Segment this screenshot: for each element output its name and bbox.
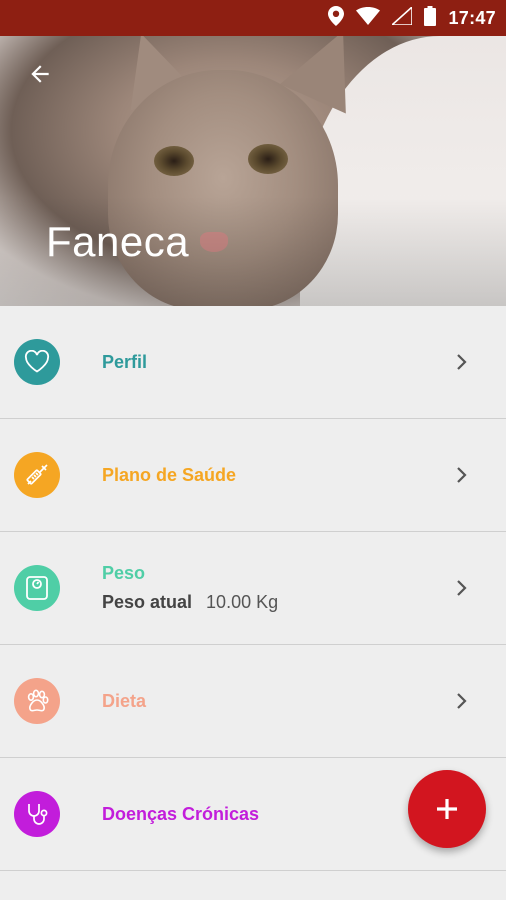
- menu-item-label: Dieta: [102, 690, 147, 711]
- menu-item-label: Doenças Crónicas: [102, 803, 260, 824]
- arrow-back-icon: [31, 65, 49, 83]
- pet-name: Faneca: [46, 218, 190, 265]
- chevron-right-icon: [452, 352, 472, 372]
- menu-item-label: Perfil: [102, 351, 148, 372]
- paw-icon: [14, 678, 60, 724]
- menu-item-peso[interactable]: Peso Peso atual 10.00 Kg: [0, 532, 506, 645]
- chevron-right-icon: [452, 578, 472, 598]
- heart-icon: [14, 339, 60, 385]
- add-fab-button[interactable]: [408, 770, 486, 848]
- chevron-right-icon: [452, 465, 472, 485]
- status-time: 17:47: [448, 7, 496, 28]
- current-weight-value: 10.00 Kg: [206, 592, 279, 612]
- menu-item-plano-de-saude[interactable]: Plano de Saúde: [0, 419, 506, 532]
- syringe-icon: [14, 452, 60, 498]
- menu-item-label: Plano de Saúde: [102, 464, 237, 485]
- location-icon: [328, 5, 345, 31]
- menu-item-label: Peso: [102, 563, 146, 583]
- current-weight: Peso atual 10.00 Kg: [102, 592, 278, 613]
- plus-icon: [437, 799, 457, 819]
- scale-icon: [14, 565, 60, 611]
- menu-item-dieta[interactable]: Dieta: [0, 645, 506, 758]
- current-weight-label: Peso atual: [102, 592, 193, 612]
- stethoscope-icon: [14, 791, 60, 837]
- signal-icon: [390, 4, 414, 30]
- chevron-right-icon: [452, 691, 472, 711]
- wifi-icon: [356, 6, 381, 30]
- back-button[interactable]: [22, 56, 58, 92]
- battery-icon: [424, 5, 437, 31]
- menu-item-perfil[interactable]: Perfil: [0, 306, 506, 419]
- status-bar: 17:47: [0, 0, 506, 36]
